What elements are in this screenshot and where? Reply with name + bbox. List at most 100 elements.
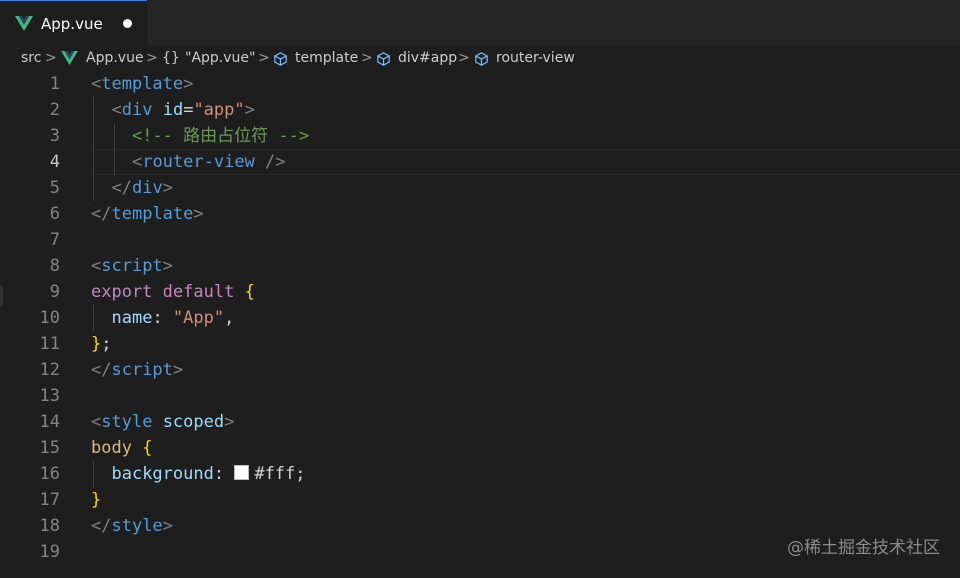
breadcrumb-item-file[interactable]: App.vue bbox=[86, 49, 144, 67]
code-token: </ bbox=[91, 516, 112, 536]
code-text: name: "App", bbox=[91, 305, 234, 331]
code-line[interactable]: 14 <style scoped> bbox=[0, 409, 960, 435]
code-line[interactable]: 17} bbox=[0, 487, 960, 513]
code-line[interactable]: 9 export default { bbox=[0, 279, 960, 305]
code-token: > bbox=[183, 74, 194, 94]
code-token: id bbox=[162, 100, 184, 120]
color-swatch[interactable] bbox=[234, 465, 250, 480]
vue-icon bbox=[61, 51, 78, 65]
code-token: name bbox=[111, 308, 153, 328]
code-line[interactable]: 4 <router-view /> bbox=[0, 149, 960, 175]
code-line[interactable]: 11}; bbox=[0, 331, 960, 357]
line-number: 12 bbox=[39, 360, 60, 380]
code-line[interactable]: 2 <div id="app"> bbox=[0, 97, 960, 123]
code-line[interactable]: 3 <!-- 路由占位符 --> bbox=[0, 123, 960, 149]
breadcrumb-separator: > bbox=[146, 50, 158, 66]
code-text: export default { bbox=[91, 279, 255, 305]
scroll-edge bbox=[0, 286, 3, 306]
code-token: "app" bbox=[193, 100, 245, 120]
line-number: 15 bbox=[39, 438, 60, 458]
code-token: export bbox=[91, 282, 153, 302]
line-number: 18 bbox=[39, 516, 60, 536]
code-line[interactable]: 13 bbox=[0, 383, 960, 409]
code-text: </div> bbox=[91, 175, 173, 201]
code-line[interactable]: 6 </template> bbox=[0, 201, 960, 227]
code-text: <script> bbox=[91, 253, 173, 279]
code-token: "App" bbox=[172, 308, 225, 328]
line-number: 4 bbox=[49, 152, 60, 172]
code-token: , bbox=[224, 308, 235, 328]
code-token: </ bbox=[91, 204, 112, 224]
breadcrumb-separator: > bbox=[458, 50, 470, 66]
breadcrumb-item-div-app[interactable]: div#app bbox=[398, 49, 457, 67]
code-text: <!-- 路由占位符 --> bbox=[91, 123, 309, 149]
line-number: 17 bbox=[39, 490, 60, 510]
code-token: template bbox=[101, 74, 184, 94]
line-number: 3 bbox=[49, 126, 60, 146]
tab-app-vue[interactable]: App.vue bbox=[0, 0, 147, 45]
line-number: 16 bbox=[39, 464, 60, 484]
code-text: </template> bbox=[91, 201, 204, 227]
code-line[interactable]: 8 <script> bbox=[0, 253, 960, 279]
code-token: > bbox=[162, 256, 173, 276]
unsaved-dot-icon[interactable] bbox=[123, 19, 132, 28]
code-token: default bbox=[162, 282, 235, 302]
code-token: < bbox=[91, 412, 102, 432]
code-token: style bbox=[101, 412, 153, 432]
code-token: template bbox=[111, 204, 194, 224]
breadcrumb-item-template[interactable]: template bbox=[295, 49, 358, 67]
code-token: > bbox=[162, 516, 173, 536]
code-line[interactable]: 5 </div> bbox=[0, 175, 960, 201]
code-line[interactable]: 10 name: "App", bbox=[0, 305, 960, 331]
line-number: 14 bbox=[39, 412, 60, 432]
code-token: </ bbox=[111, 178, 132, 198]
code-line[interactable]: 12 </script> bbox=[0, 357, 960, 383]
cube-icon bbox=[274, 52, 287, 66]
code-line[interactable]: 1 <template> bbox=[0, 71, 960, 97]
code-token: style bbox=[111, 516, 163, 536]
breadcrumb-item-src[interactable]: src bbox=[21, 49, 41, 67]
code-token: : bbox=[152, 308, 173, 328]
code-text: <div id="app"> bbox=[91, 97, 254, 123]
code-token: < bbox=[91, 256, 102, 276]
code-token: > bbox=[224, 412, 235, 432]
code-line[interactable]: 7 bbox=[0, 227, 960, 253]
code-token: div bbox=[131, 178, 163, 198]
code-token: </ bbox=[91, 360, 112, 380]
code-token: ; bbox=[101, 334, 112, 354]
code-token: > bbox=[193, 204, 204, 224]
line-number: 9 bbox=[49, 282, 60, 302]
breadcrumb-separator: > bbox=[361, 50, 373, 66]
line-number: 2 bbox=[49, 100, 60, 120]
breadcrumb-item-router-view[interactable]: router-view bbox=[496, 49, 575, 67]
code-token: div bbox=[121, 100, 153, 120]
code-editor[interactable]: 1 <template> 2 <div id="app"> 3 <!-- 路由占位符 … bbox=[0, 71, 960, 578]
tab-bar: App.vue bbox=[0, 0, 960, 45]
code-token: < bbox=[131, 152, 143, 172]
line-number: 10 bbox=[39, 308, 60, 328]
line-number: 19 bbox=[39, 542, 60, 562]
code-token: = bbox=[183, 100, 194, 120]
code-line[interactable]: 15 body { bbox=[0, 435, 960, 461]
code-text: } bbox=[91, 487, 101, 513]
code-line[interactable]: 16 background: #fff; bbox=[0, 461, 960, 487]
code-token: > bbox=[162, 178, 173, 198]
breadcrumb-item-module[interactable]: "App.vue" bbox=[185, 49, 255, 67]
code-text: <router-view /> bbox=[91, 149, 286, 175]
code-text: <style scoped> bbox=[91, 409, 234, 435]
code-text: body { bbox=[91, 435, 152, 461]
breadcrumb-separator: > bbox=[45, 50, 57, 66]
line-number: 1 bbox=[49, 74, 60, 94]
code-text: <template> bbox=[91, 71, 193, 97]
line-number: 6 bbox=[49, 204, 60, 224]
cube-icon bbox=[475, 52, 488, 66]
line-number: 5 bbox=[49, 178, 60, 198]
